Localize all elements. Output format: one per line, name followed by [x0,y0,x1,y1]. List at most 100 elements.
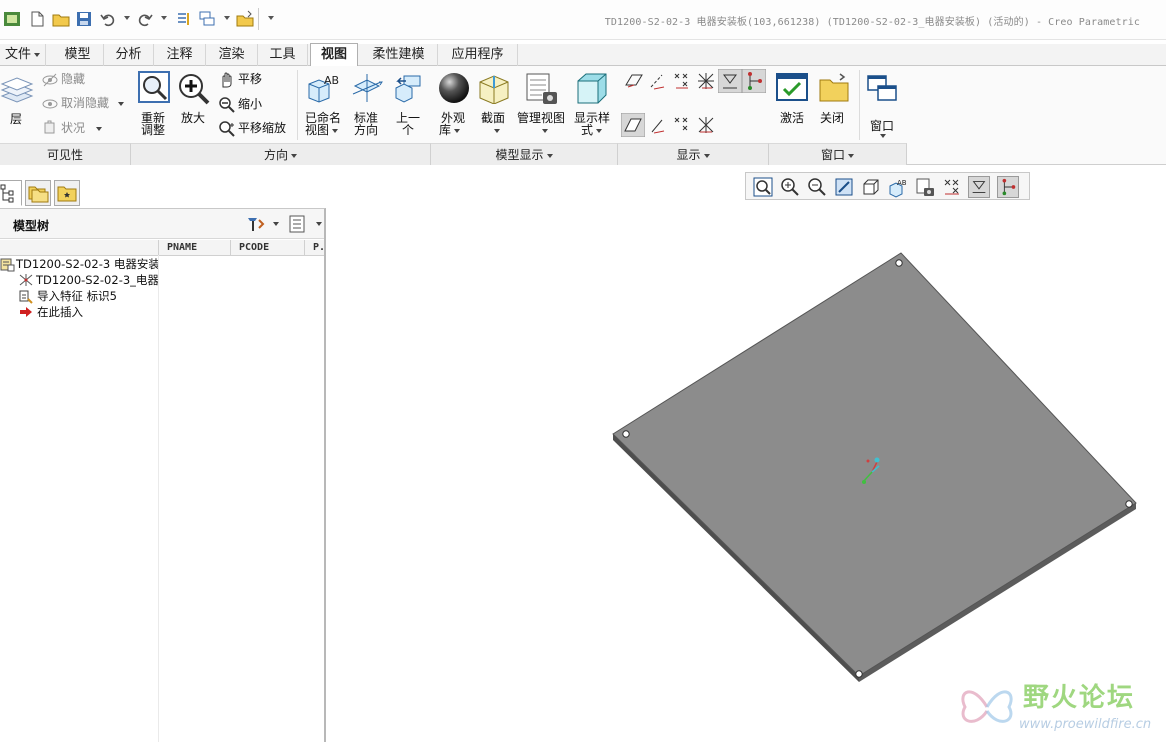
windows-dropdown-icon[interactable] [880,134,886,138]
tree-item-csys[interactable]: TD1200-S2-02-3_电器安 [0,272,158,288]
hide-button[interactable]: 隐藏 [61,73,85,86]
undo-icon[interactable] [99,10,117,28]
section-dropdown-icon[interactable] [494,129,500,133]
zoom-in-icon[interactable] [177,72,211,106]
saved-views-icon[interactable]: AB [887,176,909,198]
graphics-toolbar: AB [745,172,1030,200]
regenerate-icon[interactable] [175,10,193,28]
tab-label: 文件 [4,47,31,62]
tab-tools[interactable]: 工具 [258,44,308,66]
standard-orientation-icon[interactable] [350,72,384,104]
display-style-icon[interactable] [575,71,609,105]
point-display-icon[interactable] [672,71,692,91]
manage-views-dropdown-icon[interactable] [542,129,548,133]
unhide-button[interactable]: 取消隐藏 [61,97,109,110]
tree-item-insert-here[interactable]: 在此插入 [0,304,158,320]
tab-file[interactable]: 文件 [0,44,46,66]
plane-tag-icon[interactable] [621,113,645,137]
redo-icon[interactable] [136,10,154,28]
plane-display-icon[interactable] [624,71,644,91]
tab-view[interactable]: 视图 [310,43,358,67]
tree-columns-icon[interactable] [288,214,306,234]
tab-render[interactable]: 渲染 [206,44,258,66]
tab-applications[interactable]: 应用程序 [438,44,518,66]
unhide-dropdown-icon[interactable] [118,102,124,106]
group-separator [859,70,860,140]
svg-text:AB: AB [897,179,907,187]
windows-icon[interactable] [198,10,216,28]
tree-item-root[interactable]: TD1200-S2-02-3 电器安装板 [0,256,158,272]
zoom-in-icon[interactable] [779,176,801,198]
section-icon[interactable] [477,72,511,104]
folder-browser-tab[interactable] [25,180,51,206]
import-feature-icon [19,290,33,304]
csys-display-icon[interactable] [696,71,716,91]
refit-icon[interactable] [138,71,170,105]
plate-top-face [612,252,1137,677]
view-manager-icon[interactable] [914,176,936,198]
annotation-display-icon[interactable] [968,176,990,198]
close-window-icon[interactable] [236,10,254,28]
tab-model[interactable]: 模型 [52,44,104,66]
tab-analysis[interactable]: 分析 [104,44,154,66]
column-pname[interactable]: PNAME [158,240,230,256]
redo-dropdown-icon[interactable] [161,16,167,20]
status-button[interactable]: 状况 [61,122,85,135]
group-model-display-label: 模型显示 [431,143,618,165]
pan-zoom-button[interactable]: 平移缩放 [238,122,286,135]
tab-flexible-modeling[interactable]: 柔性建模 [360,44,438,66]
activate-icon[interactable] [776,72,808,104]
display-style-label-2-text: 式 [581,123,594,137]
tree-columns-dropdown-icon[interactable] [316,222,322,226]
refit-label-2: 调整 [141,123,166,137]
display-style-icon[interactable] [860,176,882,198]
forum-watermark: 野火论坛 www.proewildfire.cn [955,675,1165,742]
tree-settings-icon[interactable] [245,214,265,234]
tab-annotate[interactable]: 注释 [154,44,206,66]
repaint-icon[interactable] [833,176,855,198]
model-tree-title: 模型树 [13,219,50,233]
column-pcode[interactable]: PCODE [230,240,304,256]
section-label-text: 截面 [481,111,506,125]
open-folder-icon[interactable] [52,10,70,28]
appearance-label-2: 库 [439,124,461,137]
new-file-icon[interactable] [28,10,46,28]
undo-dropdown-icon[interactable] [124,16,130,20]
manage-views-icon[interactable] [525,72,559,106]
spin-center-icon[interactable] [742,69,766,93]
spin-center-icon[interactable] [997,176,1019,198]
tree-item-label: 在此插入 [37,305,83,319]
graphics-window[interactable] [328,166,1166,742]
named-view-label-2-text: 视图 [305,123,330,137]
axis-display-icon[interactable] [648,71,668,91]
save-icon[interactable] [75,10,93,28]
column-p[interactable]: P. [304,240,325,256]
datum-display-icon[interactable] [941,176,963,198]
named-view-icon[interactable]: AB [306,72,340,104]
refit-icon[interactable] [752,176,774,198]
favorites-folder-icon [57,186,77,202]
model-tree-tab[interactable] [0,180,22,206]
customize-toolbar-icon[interactable] [268,16,274,20]
axis-tag-icon[interactable] [648,115,668,135]
appearance-gallery-icon[interactable] [437,71,471,105]
pan-button[interactable]: 平移 [238,73,262,86]
favorites-tab[interactable] [54,180,80,206]
point-tag-icon[interactable] [672,115,692,135]
csys-tag-icon[interactable] [696,115,716,135]
tree-settings-dropdown-icon[interactable] [273,222,279,226]
chevron-down-icon [34,52,40,57]
tree-item-import-feature[interactable]: 导入特征 标识5 [0,288,158,304]
status-dropdown-icon[interactable] [96,127,102,131]
model-tree-panel: 模型树 PNAME PCODE P. TD1200-S2-02-3 电器安装板 … [0,208,326,742]
pan-hand-icon [222,72,232,88]
windows-dropdown-icon[interactable] [224,16,230,20]
zoom-out-icon[interactable] [806,176,828,198]
annotation-display-icon[interactable] [718,69,742,93]
close-icon[interactable] [818,72,850,104]
layers-icon[interactable] [0,74,34,108]
zoom-out-button[interactable]: 缩小 [238,98,262,111]
windows-icon[interactable] [866,72,898,104]
previous-view-icon[interactable] [392,72,424,104]
csys-icon [19,274,33,286]
